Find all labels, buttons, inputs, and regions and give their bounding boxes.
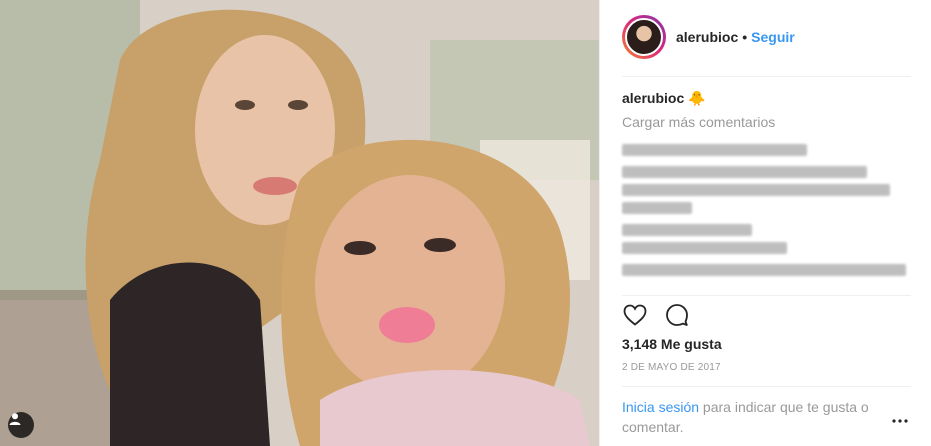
blurred-comment xyxy=(622,144,807,156)
post-date: 2 DE MAYO DE 2017 xyxy=(622,362,721,373)
person-icon xyxy=(9,413,21,425)
header-username[interactable]: alerubioc xyxy=(676,29,738,45)
more-options-button[interactable] xyxy=(889,414,911,428)
comment-icon xyxy=(666,304,688,326)
follow-button[interactable]: Seguir xyxy=(751,29,795,45)
load-more-comments-button[interactable]: Cargar más comentarios xyxy=(622,114,911,130)
tagged-user-icon[interactable] xyxy=(8,412,34,438)
blurred-comment xyxy=(622,202,692,214)
header-separator: • xyxy=(742,29,748,45)
post-actions xyxy=(622,302,690,328)
avatar[interactable] xyxy=(622,15,666,59)
login-link[interactable]: Inicia sesión xyxy=(622,399,699,415)
likes-count[interactable]: 3,148 Me gusta xyxy=(622,336,722,352)
ellipsis-icon xyxy=(892,419,908,423)
heart-icon xyxy=(623,304,647,326)
post-side-panel: alerubioc • Seguir alerubioc 🐥 Cargar má… xyxy=(599,0,931,446)
blurred-comment xyxy=(622,224,752,236)
instagram-post: alerubioc • Seguir alerubioc 🐥 Cargar má… xyxy=(0,0,931,446)
divider xyxy=(622,76,911,77)
post-photo[interactable] xyxy=(0,0,599,446)
post-header: alerubioc • Seguir xyxy=(622,14,911,60)
divider xyxy=(622,386,911,387)
blurred-comment xyxy=(622,166,867,178)
caption-username[interactable]: alerubioc xyxy=(622,90,684,106)
photo-illustration xyxy=(0,0,599,446)
login-prompt: Inicia sesión para indicar que te gusta … xyxy=(622,397,887,437)
blurred-comment xyxy=(622,264,906,276)
blurred-comment xyxy=(622,242,787,254)
caption-emoji: 🐥 xyxy=(688,90,706,106)
divider xyxy=(622,295,911,296)
comment-button[interactable] xyxy=(664,302,690,328)
like-button[interactable] xyxy=(622,302,648,328)
avatar-image xyxy=(625,18,663,56)
blurred-comment xyxy=(622,184,890,196)
comments-section: alerubioc 🐥 Cargar más comentarios xyxy=(622,88,911,276)
caption: alerubioc 🐥 xyxy=(622,88,911,108)
